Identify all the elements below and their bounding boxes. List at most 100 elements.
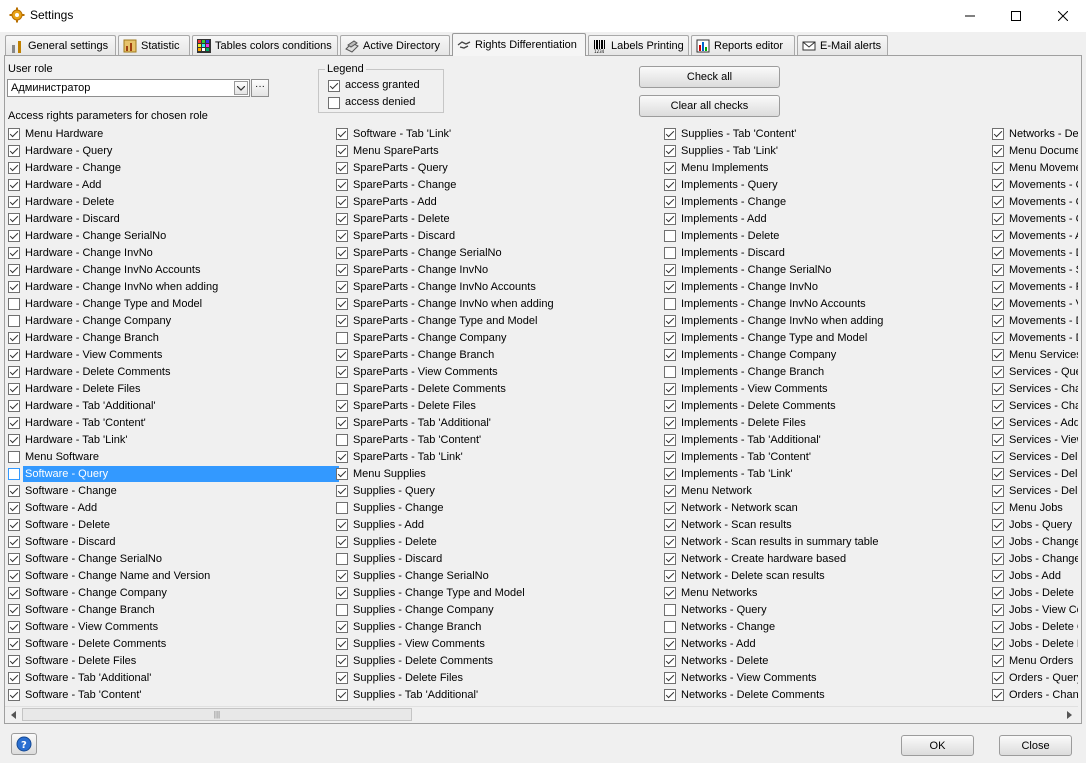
permission-checkbox[interactable] [8,264,20,276]
tab-labels-printing[interactable]: 1234 Labels Printing [588,35,689,55]
permission-checkbox[interactable] [336,247,348,259]
permission-checkbox[interactable] [992,655,1004,667]
permission-checkbox[interactable] [336,298,348,310]
permission-checkbox[interactable] [8,655,20,667]
permission-checkbox[interactable] [8,638,20,650]
permission-checkbox[interactable] [336,281,348,293]
permission-checkbox[interactable] [8,434,20,446]
permission-checkbox[interactable] [8,570,20,582]
permission-checkbox[interactable] [992,553,1004,565]
permission-checkbox[interactable] [664,434,676,446]
scroll-right-icon[interactable] [1062,708,1077,722]
permission-checkbox[interactable] [664,349,676,361]
permission-checkbox[interactable] [8,230,20,242]
permission-checkbox[interactable] [664,264,676,276]
tab-general-settings[interactable]: General settings [5,35,116,55]
permission-checkbox[interactable] [8,196,20,208]
permission-checkbox[interactable] [664,281,676,293]
permission-checkbox[interactable] [664,638,676,650]
permission-checkbox[interactable] [992,604,1004,616]
user-role-select[interactable]: Администратор [7,79,250,97]
permission-checkbox[interactable] [8,366,20,378]
close-window-button[interactable] [1040,0,1086,31]
permission-checkbox[interactable] [8,383,20,395]
permission-checkbox[interactable] [664,689,676,701]
permission-checkbox[interactable] [992,196,1004,208]
permission-checkbox[interactable] [664,536,676,548]
permission-checkbox[interactable] [336,162,348,174]
permission-checkbox[interactable] [336,485,348,497]
permission-checkbox[interactable] [8,213,20,225]
permission-checkbox[interactable] [8,298,20,310]
maximize-button[interactable] [993,0,1039,31]
permission-checkbox[interactable] [8,247,20,259]
permission-checkbox[interactable] [8,604,20,616]
permission-checkbox[interactable] [664,179,676,191]
permission-checkbox[interactable] [8,451,20,463]
permission-checkbox[interactable] [336,145,348,157]
permission-checkbox[interactable] [992,638,1004,650]
permission-checkbox[interactable] [992,587,1004,599]
permission-checkbox[interactable] [664,655,676,667]
help-button[interactable]: ? [11,733,37,755]
permission-checkbox[interactable] [336,604,348,616]
permission-checkbox[interactable] [336,230,348,242]
permission-checkbox[interactable] [992,672,1004,684]
permission-checkbox[interactable] [8,349,20,361]
permission-checkbox[interactable] [336,621,348,633]
permission-checkbox[interactable] [664,162,676,174]
permission-checkbox[interactable] [8,621,20,633]
minimize-button[interactable] [947,0,993,31]
permission-checkbox[interactable] [336,570,348,582]
clear-all-checks-button[interactable]: Clear all checks [639,95,780,117]
permission-checkbox[interactable] [992,264,1004,276]
close-button[interactable]: Close [999,735,1072,756]
permission-checkbox[interactable] [992,519,1004,531]
permission-checkbox[interactable] [664,519,676,531]
permission-checkbox[interactable] [992,434,1004,446]
permission-checkbox[interactable] [8,417,20,429]
permission-checkbox[interactable] [664,451,676,463]
permission-checkbox[interactable] [664,128,676,140]
permission-checkbox[interactable] [992,485,1004,497]
permission-checkbox[interactable] [664,145,676,157]
horizontal-scrollbar[interactable]: ||| [5,706,1078,723]
permission-checkbox[interactable] [664,247,676,259]
permission-checkbox[interactable] [8,332,20,344]
check-all-button[interactable]: Check all [639,66,780,88]
scroll-left-icon[interactable] [6,708,21,722]
permission-checkbox[interactable] [336,417,348,429]
permission-checkbox[interactable] [336,502,348,514]
tab-tables-colors[interactable]: Tables colors conditions [192,35,338,55]
tab-statistic[interactable]: Statistic [118,35,190,55]
permission-checkbox[interactable] [992,502,1004,514]
permission-checkbox[interactable] [992,315,1004,327]
permission-checkbox[interactable] [336,519,348,531]
permission-checkbox[interactable] [336,349,348,361]
permission-checkbox[interactable] [664,587,676,599]
permission-checkbox[interactable] [992,247,1004,259]
tab-email-alerts[interactable]: E-Mail alerts [797,35,888,55]
permission-checkbox[interactable] [8,162,20,174]
permission-checkbox[interactable] [8,536,20,548]
permission-checkbox[interactable] [336,689,348,701]
permission-checkbox[interactable] [664,468,676,480]
permission-checkbox[interactable] [992,230,1004,242]
permission-checkbox[interactable] [992,468,1004,480]
permission-checkbox[interactable] [664,485,676,497]
permission-checkbox[interactable] [992,298,1004,310]
permission-checkbox[interactable] [992,400,1004,412]
permission-checkbox[interactable] [992,281,1004,293]
permission-checkbox[interactable] [8,502,20,514]
permission-checkbox[interactable] [664,621,676,633]
permission-checkbox[interactable] [664,383,676,395]
permission-checkbox[interactable] [664,417,676,429]
tab-active-directory[interactable]: Active Directory [340,35,450,55]
permission-checkbox[interactable] [664,196,676,208]
permission-checkbox[interactable] [336,264,348,276]
permission-checkbox[interactable] [8,689,20,701]
role-browse-button[interactable]: ··· [251,79,269,97]
permission-checkbox[interactable] [992,417,1004,429]
permission-checkbox[interactable] [8,553,20,565]
permission-checkbox[interactable] [8,468,20,480]
